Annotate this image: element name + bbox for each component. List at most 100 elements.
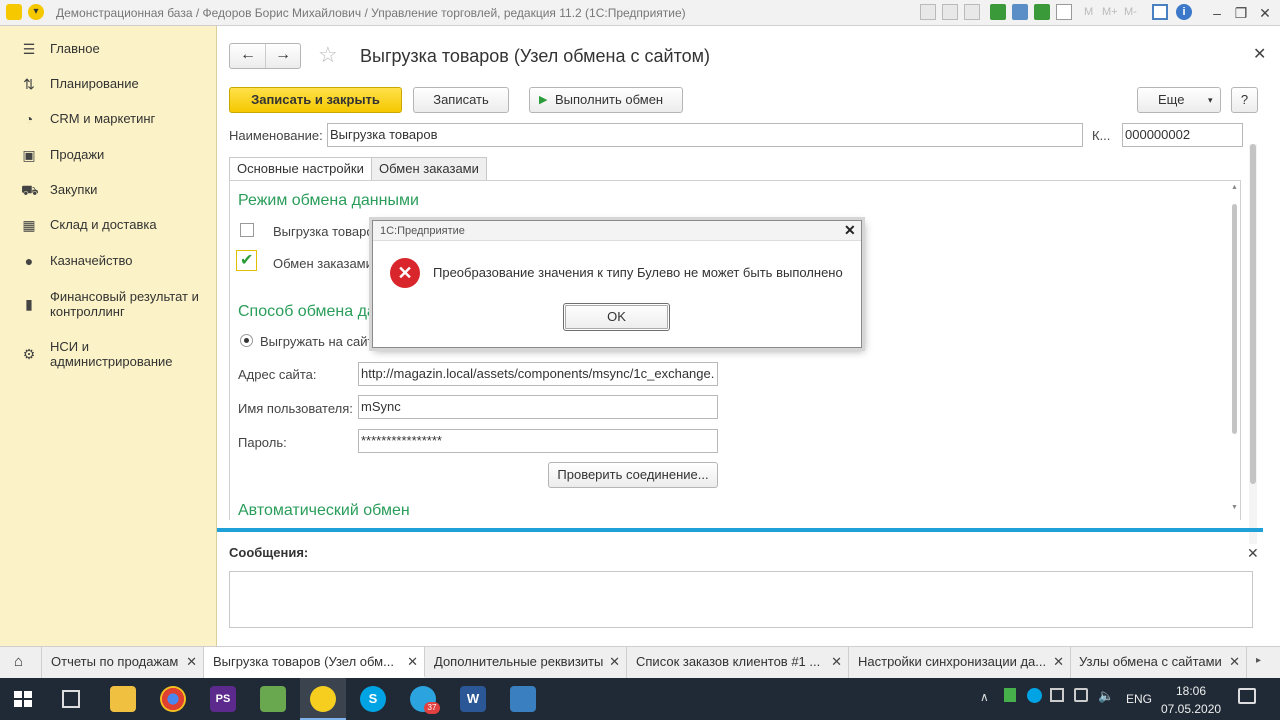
word-icon[interactable]: W bbox=[460, 686, 486, 712]
tray-skype-icon[interactable] bbox=[1027, 688, 1042, 703]
home-tab[interactable]: ⌂ bbox=[0, 647, 42, 678]
tray-expand-icon[interactable]: ∧ bbox=[980, 690, 989, 704]
window-tab-label: Настройки синхронизации да... bbox=[858, 654, 1047, 669]
info-icon[interactable]: i bbox=[1176, 4, 1192, 20]
forward-arrow-icon[interactable]: → bbox=[275, 46, 291, 64]
task-view-icon[interactable] bbox=[62, 690, 80, 708]
sidebar-item-treasury[interactable]: ● Казначейство bbox=[0, 253, 217, 269]
memory-minus-icon[interactable]: M- bbox=[1124, 6, 1137, 18]
file-explorer-icon[interactable] bbox=[110, 686, 136, 712]
tray-network-icon[interactable] bbox=[1050, 688, 1064, 702]
check-connection-button[interactable]: Проверить соединение... bbox=[548, 462, 718, 488]
password-input[interactable]: **************** bbox=[358, 429, 718, 453]
order-exchange-label: Обмен заказами bbox=[273, 256, 373, 271]
section-auto-exchange: Автоматический обмен bbox=[238, 502, 410, 519]
restore-icon[interactable]: ❐ bbox=[1230, 3, 1252, 23]
run-exchange-label: Выполнить обмен bbox=[555, 92, 664, 107]
close-tab-icon[interactable]: ✕ bbox=[1053, 647, 1064, 677]
sidebar-item-label: Продажи bbox=[50, 147, 105, 162]
sidebar-item-finance[interactable]: ▮ Финансовый результат и контроллинг bbox=[0, 289, 217, 319]
sidebar-item-purchases[interactable]: ⛟ Закупки bbox=[0, 182, 217, 198]
close-form-icon[interactable]: ✕ bbox=[1253, 44, 1266, 64]
calculator-icon[interactable] bbox=[1034, 4, 1050, 20]
form-scrollbar[interactable] bbox=[1249, 144, 1257, 544]
window-tab-sync-settings[interactable]: Настройки синхронизации да... ✕ bbox=[849, 647, 1071, 678]
windows-start-icon[interactable] bbox=[14, 691, 32, 707]
order-exchange-checkbox[interactable]: ✔ bbox=[236, 250, 257, 271]
tab-order-exchange[interactable]: Обмен заказами bbox=[371, 157, 487, 181]
window-tab-extra-attributes[interactable]: Дополнительные реквизиты ✕ bbox=[425, 647, 627, 678]
link-icon[interactable] bbox=[990, 4, 1006, 20]
close-tab-icon[interactable]: ✕ bbox=[1229, 647, 1240, 677]
more-button[interactable]: Еще ▾ bbox=[1137, 87, 1221, 113]
cart-icon: ⛟ bbox=[21, 182, 39, 198]
finance-chart-icon: ▮ bbox=[25, 296, 33, 312]
notifications-icon[interactable] bbox=[1238, 688, 1256, 704]
tab-scrollbar[interactable]: ▲ ▼ bbox=[1229, 184, 1239, 518]
panel-layout-icon[interactable] bbox=[1152, 4, 1168, 20]
mail-icon[interactable] bbox=[1012, 4, 1028, 20]
dialog-close-icon[interactable]: ✕ bbox=[844, 222, 856, 239]
window-tab-client-orders[interactable]: Список заказов клиентов #1 ... ✕ bbox=[627, 647, 849, 678]
close-tab-icon[interactable]: ✕ bbox=[831, 647, 842, 677]
tabs-scroll-arrow-icon[interactable]: ▸ bbox=[1256, 655, 1261, 666]
username-input[interactable]: mSync bbox=[358, 395, 718, 419]
messages-splitter[interactable] bbox=[217, 528, 1263, 532]
window-tab-sales-reports[interactable]: Отчеты по продажам ✕ bbox=[42, 647, 204, 678]
more-label: Еще bbox=[1158, 92, 1185, 107]
print-icon[interactable] bbox=[942, 4, 958, 20]
favorite-star-icon[interactable]: ☆ bbox=[318, 42, 338, 68]
language-indicator[interactable]: ENG bbox=[1126, 692, 1152, 706]
memory-icon[interactable]: M bbox=[1084, 6, 1093, 18]
run-exchange-button[interactable]: ▶ Выполнить обмен bbox=[529, 87, 683, 113]
clock-date[interactable]: 07.05.2020 bbox=[1161, 702, 1221, 716]
back-arrow-icon[interactable]: ← bbox=[240, 46, 256, 64]
sidebar-item-planning[interactable]: ⇅ Планирование bbox=[0, 76, 217, 92]
tray-flag-icon[interactable] bbox=[1004, 688, 1016, 702]
save-close-button[interactable]: Записать и закрыть bbox=[229, 87, 402, 113]
memory-plus-icon[interactable]: M+ bbox=[1102, 6, 1118, 18]
minimize-icon[interactable]: – bbox=[1206, 3, 1228, 23]
window-tab-site-nodes[interactable]: Узлы обмена с сайтами ✕ bbox=[1071, 647, 1247, 678]
phpstorm-icon[interactable]: PS bbox=[210, 686, 236, 712]
close-messages-icon[interactable]: ✕ bbox=[1247, 545, 1259, 562]
close-tab-icon[interactable]: ✕ bbox=[186, 647, 197, 677]
telegram-icon[interactable]: 37 bbox=[410, 686, 440, 714]
name-input[interactable]: Выгрузка товаров bbox=[327, 123, 1083, 147]
clock-time[interactable]: 18:06 bbox=[1176, 684, 1206, 698]
upload-goods-checkbox[interactable] bbox=[240, 223, 254, 237]
tray-volume-icon[interactable]: 🔈 bbox=[1098, 688, 1114, 704]
document-icon[interactable] bbox=[920, 4, 936, 20]
help-button[interactable]: ? bbox=[1231, 87, 1258, 113]
chrome-icon[interactable] bbox=[160, 686, 186, 712]
sidebar-item-sales[interactable]: ▣ Продажи bbox=[0, 147, 217, 163]
calendar-icon[interactable] bbox=[1056, 4, 1072, 20]
tab-main-settings[interactable]: Основные настройки bbox=[229, 157, 372, 181]
upload-to-site-label: Выгружать на сайт bbox=[260, 334, 374, 349]
messages-panel[interactable] bbox=[229, 571, 1253, 628]
close-tab-icon[interactable]: ✕ bbox=[609, 647, 620, 677]
play-icon: ▶ bbox=[539, 94, 548, 106]
save-button[interactable]: Записать bbox=[413, 87, 509, 113]
image-editor-icon[interactable] bbox=[260, 686, 286, 712]
sidebar-item-warehouse[interactable]: ▦ Склад и доставка bbox=[0, 217, 217, 233]
sidebar-item-label: Финансовый результат и контроллинг bbox=[50, 289, 199, 319]
site-address-input[interactable]: http://magazin.local/assets/components/m… bbox=[358, 362, 718, 386]
code-input[interactable]: 000000002 bbox=[1122, 123, 1243, 147]
app-logo-icon[interactable] bbox=[6, 4, 22, 20]
sidebar-item-admin[interactable]: ⚙ НСИ и администрирование bbox=[0, 339, 217, 369]
section-exchange-mode: Режим обмена данными bbox=[238, 192, 419, 209]
snipping-tool-icon[interactable] bbox=[510, 686, 536, 712]
save-icon[interactable] bbox=[964, 4, 980, 20]
sidebar-item-crm[interactable]: ◔ CRM и маркетинг bbox=[0, 111, 217, 127]
close-tab-icon[interactable]: ✕ bbox=[407, 647, 418, 676]
tray-battery-icon[interactable] bbox=[1074, 688, 1088, 702]
ok-button[interactable]: OK bbox=[563, 303, 670, 331]
main-menu-icon[interactable]: ▾ bbox=[28, 4, 44, 20]
window-tab-goods-upload[interactable]: Выгрузка товаров (Узел обм... ✕ bbox=[204, 647, 425, 678]
close-window-icon[interactable]: ✕ bbox=[1254, 3, 1276, 23]
sidebar-item-main[interactable]: ☰ Главное bbox=[0, 41, 217, 57]
skype-icon[interactable]: S bbox=[360, 686, 386, 712]
upload-to-site-radio[interactable] bbox=[240, 334, 253, 347]
dialog-message: Преобразование значения к типу Булево не… bbox=[433, 265, 843, 280]
